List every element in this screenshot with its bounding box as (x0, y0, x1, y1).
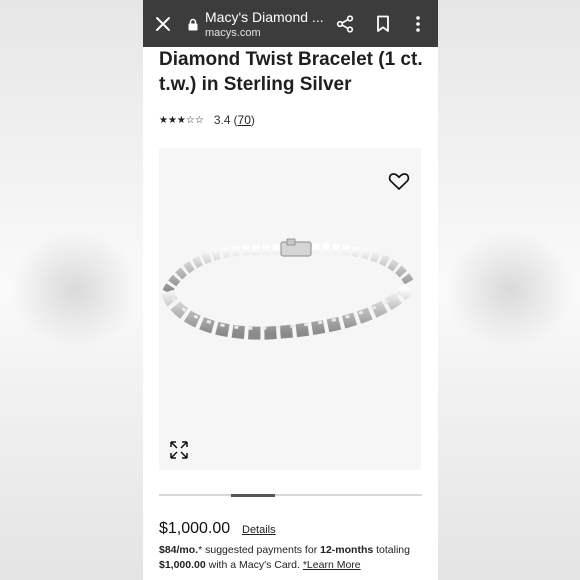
browser-toolbar: Macy's Diamond ... macys.com (143, 0, 438, 47)
heart-outline-icon[interactable] (387, 169, 411, 193)
image-carousel-scrollbar[interactable] (159, 493, 422, 497)
payment-term: 12-months (320, 544, 374, 556)
scrollbar-thumb[interactable] (231, 493, 276, 497)
bookmark-icon[interactable] (371, 12, 395, 36)
lock-icon (187, 17, 199, 31)
product-title: Diamond Twist Bracelet (1 ct. t.w.) in S… (159, 49, 423, 95)
share-icon[interactable] (333, 12, 357, 36)
star-rating-icon: ★★★☆☆ (159, 114, 204, 126)
page-title[interactable]: Macy's Diamond ... (205, 9, 323, 26)
phone-screen: Macy's Diamond ... macys.com Diamond Twi… (143, 0, 438, 580)
suggested-text: suggested payments for (202, 544, 321, 556)
payment-total: $1,000.00 (159, 559, 206, 571)
totaling-text: totaling (373, 544, 410, 556)
background-blur (10, 230, 140, 350)
expand-arrows-icon[interactable] (169, 440, 189, 460)
rating-summary[interactable]: ★★★☆☆ 3.4 (70) (159, 112, 255, 128)
background-blur (445, 230, 575, 350)
product-price: $1,000.00 (159, 520, 231, 537)
review-count-link[interactable]: 70 (238, 113, 251, 127)
close-icon[interactable] (151, 12, 175, 36)
product-image-bracelet[interactable] (159, 230, 421, 360)
review-paren-close: ) (250, 113, 255, 127)
monthly-payment: $84/mo. (159, 544, 199, 556)
more-vert-icon[interactable] (406, 12, 430, 36)
learn-more-link[interactable]: *Learn More (303, 559, 361, 571)
details-link[interactable]: Details (242, 524, 276, 536)
financing-info: $84/mo.* suggested payments for 12-month… (159, 543, 427, 573)
card-text: with a Macy's Card. (205, 559, 303, 571)
page-url[interactable]: macys.com (205, 27, 261, 40)
rating-value: 3.4 (213, 113, 231, 127)
